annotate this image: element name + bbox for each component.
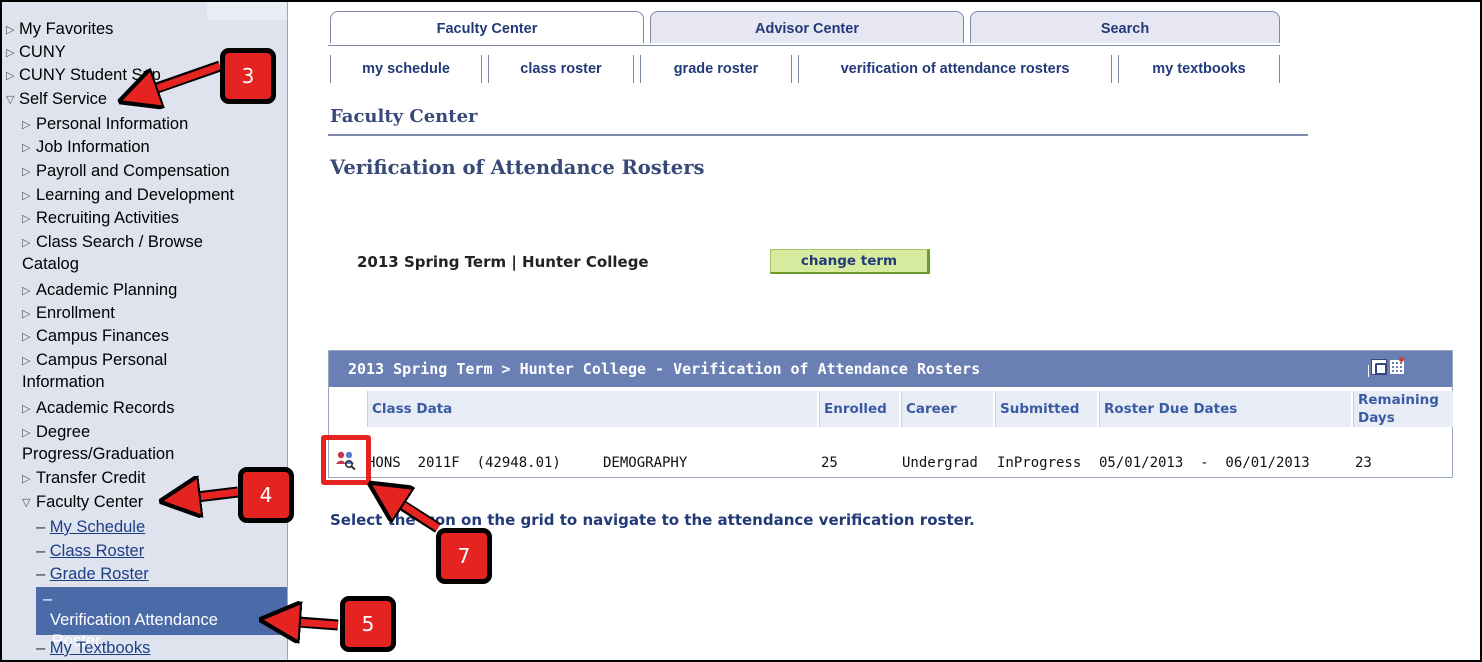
- term-label: 2013 Spring Term | Hunter College: [357, 253, 649, 271]
- sidebar-item-degree-progress[interactable]: ▷ Degree Progress/Graduation: [22, 422, 174, 465]
- callout-step-4: 4: [238, 467, 294, 523]
- column-header-remaining-days: Remaining Days: [1353, 391, 1453, 427]
- sidebar-child-my-schedule[interactable]: – My Schedule: [36, 517, 145, 538]
- tab-search[interactable]: Search: [970, 11, 1280, 43]
- subtab-grade-roster[interactable]: grade roster: [640, 55, 792, 83]
- column-header-career: Career: [901, 391, 993, 427]
- zoom-icon[interactable]: [1371, 359, 1387, 375]
- heading-divider: [328, 134, 1308, 136]
- collapsed-triangle-icon: ▷: [22, 355, 31, 367]
- callout-step-7: 7: [436, 528, 492, 584]
- download-grid-icon[interactable]: [1390, 357, 1404, 374]
- collapsed-triangle-icon: ▷: [6, 47, 15, 59]
- grid-header: 2013 Spring Term > Hunter College - Veri…: [329, 351, 1452, 387]
- sidebar-item-self-service[interactable]: ▽ Self Service: [6, 89, 107, 111]
- sidebar-item-recruiting[interactable]: ▷ Recruiting Activities: [22, 208, 179, 230]
- callout-step-3: 3: [220, 48, 276, 104]
- tab-advisor-center[interactable]: Advisor Center: [650, 11, 964, 43]
- sidebar-item-cuny[interactable]: ▷ CUNY: [6, 42, 66, 64]
- subtab-verification-of-attendance-rosters[interactable]: verification of attendance rosters: [798, 55, 1112, 83]
- highlight-view-icon: [321, 435, 371, 485]
- sidebar-item-job-information[interactable]: ▷ Job Information: [22, 137, 150, 159]
- sidebar-item-academic-planning[interactable]: ▷ Academic Planning: [22, 280, 177, 302]
- subtab-class-roster[interactable]: class roster: [488, 55, 634, 83]
- cell-submitted: InProgress: [997, 455, 1082, 471]
- collapsed-triangle-icon: ▷: [22, 213, 31, 225]
- tab-underline: [328, 45, 1280, 46]
- sidebar-item-transfer-credit[interactable]: ▷ Transfer Credit: [22, 468, 145, 490]
- collapsed-triangle-icon: ▷: [22, 142, 31, 154]
- collapsed-triangle-icon: ▷: [6, 70, 15, 82]
- collapsed-triangle-icon: ▷: [22, 427, 31, 439]
- sidebar-item-faculty-center[interactable]: ▽ Faculty Center: [22, 492, 143, 514]
- column-header-class-data: Class Data: [367, 391, 817, 427]
- collapsed-triangle-icon: ▷: [22, 190, 31, 202]
- collapsed-triangle-icon: ▷: [22, 119, 31, 131]
- collapsed-triangle-icon: ▷: [22, 285, 31, 297]
- cell-remaining-days: 23: [1355, 455, 1372, 471]
- sidebar-child-grade-roster[interactable]: – Grade Roster: [36, 564, 149, 585]
- cell-career: Undergrad: [902, 455, 978, 471]
- sidebar-child-my-textbooks[interactable]: – My Textbooks: [36, 638, 150, 659]
- collapsed-triangle-icon: ▷: [22, 403, 31, 415]
- collapsed-triangle-icon: ▷: [22, 473, 31, 485]
- grid-toolbar-separator: [1368, 365, 1369, 377]
- page-title: Verification of Attendance Rosters: [330, 156, 705, 179]
- tab-faculty-center[interactable]: Faculty Center: [330, 11, 644, 43]
- sidebar-child-class-roster[interactable]: – Class Roster: [36, 541, 144, 562]
- callout-step-5: 5: [340, 596, 396, 652]
- change-term-button[interactable]: change term: [770, 249, 930, 274]
- sidebar-item-payroll[interactable]: ▷ Payroll and Compensation: [22, 161, 230, 183]
- sidebar-item-campus-personal[interactable]: ▷ Campus Personal Information: [22, 350, 167, 393]
- instruction-text: Select the icon on the grid to navigate …: [330, 511, 975, 529]
- collapsed-triangle-icon: ▷: [22, 331, 31, 343]
- collapsed-triangle-icon: ▷: [22, 237, 31, 249]
- grid-title: 2013 Spring Term > Hunter College - Veri…: [348, 360, 981, 378]
- collapsed-triangle-icon: ▷: [22, 308, 31, 320]
- cell-class-data: HONS 2011F (42948.01) DEMOGRAPHY: [367, 455, 688, 471]
- sidebar-item-learning[interactable]: ▷ Learning and Development: [22, 185, 234, 207]
- sidebar-item-campus-finances[interactable]: ▷ Campus Finances: [22, 326, 169, 348]
- sidebar-item-academic-records[interactable]: ▷ Academic Records: [22, 398, 174, 420]
- expanded-triangle-icon: ▽: [6, 94, 15, 106]
- sidebar-top-strip: [207, 2, 287, 20]
- collapsed-triangle-icon: ▷: [6, 24, 15, 36]
- page-heading: Faculty Center: [330, 106, 478, 127]
- roster-grid: 2013 Spring Term > Hunter College - Veri…: [328, 350, 1453, 478]
- cell-roster-due-dates: 05/01/2013 - 06/01/2013: [1099, 455, 1310, 471]
- sidebar-item-enrollment[interactable]: ▷ Enrollment: [22, 303, 115, 325]
- sidebar-item-cuny-student-support[interactable]: ▷ CUNY Student Sup: [6, 65, 161, 87]
- column-header-submitted: Submitted: [995, 391, 1097, 427]
- grid-toolbar: [1368, 357, 1408, 379]
- sidebar-item-my-favorites[interactable]: ▷ My Favorites: [6, 19, 113, 41]
- sidebar-item-personal-information[interactable]: ▷ Personal Information: [22, 114, 188, 136]
- subtab-my-schedule[interactable]: my schedule: [330, 55, 482, 83]
- expanded-triangle-icon: ▽: [22, 497, 31, 509]
- collapsed-triangle-icon: ▷: [22, 166, 31, 178]
- sidebar-child-verification-attendance-roster[interactable]: – Verification Attendance Roster: [36, 587, 287, 650]
- subtab-my-textbooks[interactable]: my textbooks: [1118, 55, 1280, 83]
- cell-enrolled: 25: [821, 455, 838, 471]
- column-header-roster-due-dates: Roster Due Dates: [1099, 391, 1351, 427]
- sidebar-item-class-search[interactable]: ▷ Class Search / Browse Catalog: [22, 232, 203, 275]
- column-header-enrolled: Enrolled: [819, 391, 899, 427]
